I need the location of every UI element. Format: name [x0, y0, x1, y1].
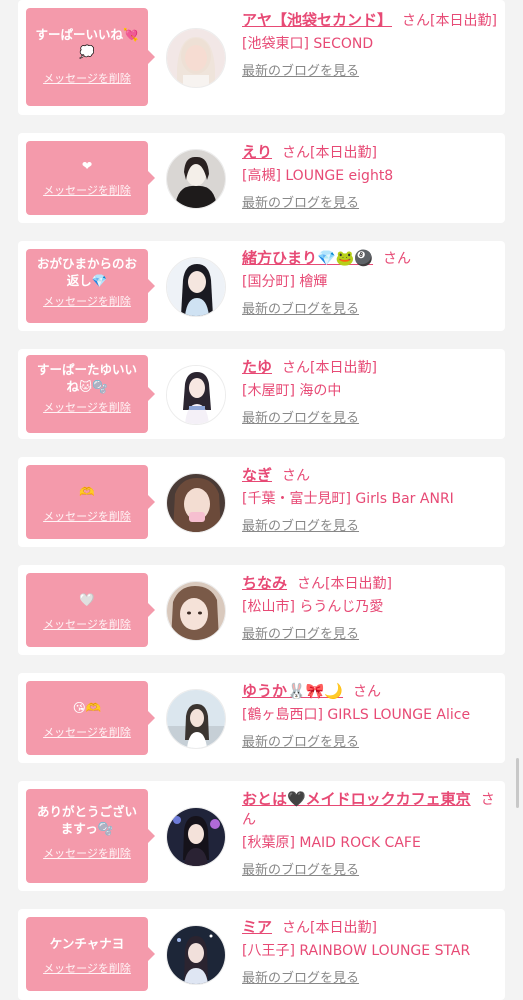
- delete-message-link[interactable]: メッセージを削除: [32, 508, 142, 524]
- avatar[interactable]: [166, 807, 226, 867]
- shop-label: [八王子] RAINBOW LOUNGE STAR: [242, 943, 471, 959]
- cast-info: 緒方ひまり💎🐸🎱 さん [国分町] 檜輝 最新のブログを見る: [242, 248, 500, 320]
- cast-name-link[interactable]: ゆうか🐰🎀🌙: [242, 682, 343, 700]
- message-text: 😘🫶: [72, 700, 102, 715]
- cast-info: たゆ さん[本日出勤] [木屋町] 海の中 最新のブログを見る: [242, 357, 500, 429]
- message-bubble: 😘🫶 メッセージを削除: [26, 681, 155, 755]
- cast-status: さん[本日出勤]: [282, 360, 377, 376]
- cast-name-link[interactable]: おとは🖤メイドロックカフェ東京: [242, 790, 471, 808]
- message-bubble: おがひまからのお返し💎 メッセージを削除: [26, 249, 155, 323]
- avatar[interactable]: [166, 149, 226, 209]
- delete-message-link[interactable]: メッセージを削除: [32, 293, 142, 309]
- cast-status: さん[本日出勤]: [297, 576, 392, 592]
- latest-blog-link[interactable]: 最新のブログを見る: [242, 969, 500, 989]
- list-item: すーぱーいいね💘💭 メッセージを削除 アヤ【池袋セカンド】 さん[本日出勤] [池…: [18, 0, 505, 115]
- latest-blog-link[interactable]: 最新のブログを見る: [242, 625, 500, 645]
- cast-name-link[interactable]: アヤ【池袋セカンド】: [242, 11, 392, 29]
- list-item: すーぱーたゆいいね🐱🫧 メッセージを削除 たゆ さん[本日出勤] [木屋町] 海の…: [18, 349, 505, 439]
- cast-name-link[interactable]: なぎ: [242, 466, 272, 484]
- shop-label: [高槻] LOUNGE eight8: [242, 168, 394, 184]
- list-item: ❤ メッセージを削除 えり さん[本日出勤] [高槻] LOUNGE eight8…: [18, 133, 505, 223]
- list-item: ケンチャナヨ メッセージを削除 ミア さん[本日出勤] [八王子] RAINBOW…: [18, 909, 505, 1000]
- cast-info: なぎ さん [千葉・富士見町] Girls Bar ANRI 最新のブログを見る: [242, 465, 500, 537]
- avatar[interactable]: [166, 689, 226, 749]
- message-bubble: 🤍 メッセージを削除: [26, 573, 155, 647]
- shop-label: [松山市] らうんじ乃愛: [242, 599, 384, 615]
- avatar[interactable]: [166, 581, 226, 641]
- cast-info: おとは🖤メイドロックカフェ東京 さん [秋葉原] MAID ROCK CAFE 最…: [242, 789, 500, 881]
- list-item: 🫶 メッセージを削除 なぎ さん [千葉・富士見町] Girls Bar ANRI…: [18, 457, 505, 547]
- message-bubble: 🫶 メッセージを削除: [26, 465, 155, 539]
- list-item: 😘🫶 メッセージを削除 ゆうか🐰🎀🌙 さん [鶴ヶ島西口] GIRLS LOUNG…: [18, 673, 505, 763]
- delete-message-link[interactable]: メッセージを削除: [32, 960, 142, 976]
- delete-message-link[interactable]: メッセージを削除: [32, 724, 142, 740]
- cast-status: さん[本日出勤]: [402, 13, 497, 29]
- cast-status: さん[本日出勤]: [282, 920, 377, 936]
- cast-status: さん: [383, 251, 412, 267]
- latest-blog-link[interactable]: 最新のブログを見る: [242, 62, 500, 82]
- message-text: おがひまからのお返し💎: [36, 256, 137, 288]
- delete-message-link[interactable]: メッセージを削除: [32, 70, 142, 86]
- cast-name-link[interactable]: ミア: [242, 918, 272, 936]
- avatar[interactable]: [166, 365, 226, 425]
- latest-blog-link[interactable]: 最新のブログを見る: [242, 733, 500, 753]
- shop-label: [秋葉原] MAID ROCK CAFE: [242, 835, 421, 851]
- delete-message-link[interactable]: メッセージを削除: [32, 616, 142, 632]
- message-text: 🫶: [79, 484, 95, 499]
- message-text: すーぱーいいね💘💭: [35, 27, 139, 59]
- message-text: ありがとうございますっ🫧: [36, 804, 137, 836]
- avatar[interactable]: [166, 257, 226, 317]
- message-bubble: ありがとうございますっ🫧 メッセージを削除: [26, 789, 155, 883]
- latest-blog-link[interactable]: 最新のブログを見る: [242, 517, 500, 537]
- latest-blog-link[interactable]: 最新のブログを見る: [242, 194, 500, 214]
- avatar[interactable]: [166, 28, 226, 88]
- delete-message-link[interactable]: メッセージを削除: [32, 182, 142, 198]
- like-message-list: すーぱーいいね💘💭 メッセージを削除 アヤ【池袋セカンド】 さん[本日出勤] [池…: [0, 0, 523, 1000]
- latest-blog-link[interactable]: 最新のブログを見る: [242, 861, 500, 881]
- list-item: ありがとうございますっ🫧 メッセージを削除 おとは🖤メイドロックカフェ東京 さん …: [18, 781, 505, 891]
- latest-blog-link[interactable]: 最新のブログを見る: [242, 300, 500, 320]
- scrollbar[interactable]: [516, 758, 519, 808]
- cast-info: ミア さん[本日出勤] [八王子] RAINBOW LOUNGE STAR 最新の…: [242, 917, 500, 989]
- cast-name-link[interactable]: ちなみ: [242, 574, 287, 592]
- avatar[interactable]: [166, 925, 226, 985]
- message-text: ❤: [81, 158, 93, 173]
- shop-label: [鶴ヶ島西口] GIRLS LOUNGE Alice: [242, 707, 471, 723]
- cast-name-link[interactable]: たゆ: [242, 358, 272, 376]
- message-text: すーぱーたゆいいね🐱🫧: [36, 362, 137, 394]
- cast-name-link[interactable]: 緒方ひまり💎🐸🎱: [242, 249, 373, 267]
- shop-label: [千葉・富士見町] Girls Bar ANRI: [242, 491, 454, 507]
- cast-info: ちなみ さん[本日出勤] [松山市] らうんじ乃愛 最新のブログを見る: [242, 573, 500, 645]
- message-bubble: すーぱーたゆいいね🐱🫧 メッセージを削除: [26, 355, 155, 433]
- cast-status: さん: [282, 468, 311, 484]
- cast-info: アヤ【池袋セカンド】 さん[本日出勤] [池袋東口] SECOND 最新のブログを…: [242, 10, 500, 82]
- cast-info: ゆうか🐰🎀🌙 さん [鶴ヶ島西口] GIRLS LOUNGE Alice 最新のブ…: [242, 681, 500, 753]
- list-item: 🤍 メッセージを削除 ちなみ さん[本日出勤] [松山市] らうんじ乃愛 最新のブ…: [18, 565, 505, 655]
- message-text: ケンチャナヨ: [49, 936, 125, 951]
- list-item: おがひまからのお返し💎 メッセージを削除 緒方ひまり💎🐸🎱 さん [国分町] 檜輝…: [18, 241, 505, 331]
- message-bubble: すーぱーいいね💘💭 メッセージを削除: [26, 8, 155, 106]
- cast-name-link[interactable]: えり: [242, 143, 272, 161]
- cast-status: さん[本日出勤]: [282, 145, 377, 161]
- cast-status: さん: [353, 684, 382, 700]
- message-bubble: ❤ メッセージを削除: [26, 141, 155, 215]
- message-text: 🤍: [79, 592, 95, 607]
- latest-blog-link[interactable]: 最新のブログを見る: [242, 409, 500, 429]
- shop-label: [国分町] 檜輝: [242, 274, 328, 290]
- delete-message-link[interactable]: メッセージを削除: [32, 399, 142, 415]
- avatar[interactable]: [166, 473, 226, 533]
- shop-label: [木屋町] 海の中: [242, 383, 342, 399]
- shop-label: [池袋東口] SECOND: [242, 36, 374, 52]
- delete-message-link[interactable]: メッセージを削除: [32, 845, 142, 861]
- message-bubble: ケンチャナヨ メッセージを削除: [26, 917, 155, 991]
- cast-info: えり さん[本日出勤] [高槻] LOUNGE eight8 最新のブログを見る: [242, 142, 500, 214]
